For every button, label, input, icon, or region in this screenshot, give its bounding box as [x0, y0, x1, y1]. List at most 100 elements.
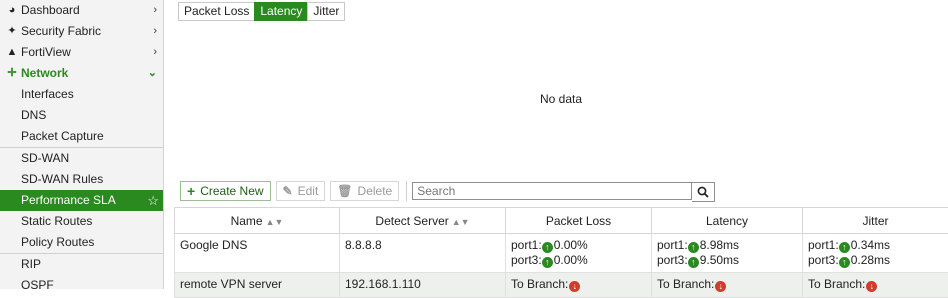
table-header-row: Name▲▼ Detect Server▲▼ Packet Loss Laten… — [175, 208, 948, 234]
cell-name: Google DNS — [175, 234, 340, 273]
port-label: port3: — [511, 253, 542, 267]
security-fabric-icon: ✦ — [5, 21, 19, 42]
column-header-name[interactable]: Name▲▼ — [175, 208, 340, 234]
delete-label: Delete — [358, 182, 393, 200]
chart-icon: ▲ — [5, 42, 19, 63]
metric-value: 0.28ms — [851, 253, 890, 267]
metric-value: 0.00% — [554, 238, 588, 252]
port-label: port3: — [808, 253, 839, 267]
search-input[interactable] — [412, 182, 692, 200]
arrow-down-icon: ↓ — [715, 281, 726, 292]
cell-name: remote VPN server — [175, 273, 340, 298]
edit-label: Edit — [298, 182, 319, 200]
chart-empty-message: No data — [174, 92, 948, 106]
chevron-right-icon: › — [153, 42, 157, 63]
column-header-label: Packet Loss — [546, 214, 611, 228]
sidebar-item-label: Performance SLA — [21, 193, 116, 207]
sidebar-item-label: OSPF — [21, 278, 54, 292]
sort-icon: ▲▼ — [452, 217, 470, 227]
search-icon — [697, 186, 709, 198]
column-header-detect-server[interactable]: Detect Server ▲▼ — [340, 208, 506, 234]
sidebar-item-label: RIP — [21, 257, 41, 271]
search-box — [412, 182, 715, 200]
cell-jitter: port1:↑0.34ms port3:↑0.28ms — [803, 234, 948, 273]
create-new-button[interactable]: + Create New — [180, 181, 271, 201]
dashboard-icon: ◕ — [5, 0, 19, 21]
pencil-icon: ✎ — [283, 182, 293, 200]
cell-latency: port1:↑8.98ms port3:↑9.50ms — [652, 234, 803, 273]
column-header-latency: Latency — [652, 208, 803, 234]
sort-icon: ▲▼ — [266, 217, 284, 227]
toolbar: + Create New ✎ Edit 🗑 Delete — [180, 181, 715, 201]
cell-detect-server: 8.8.8.8 — [340, 234, 506, 273]
arrow-up-icon: ↑ — [542, 257, 553, 268]
sidebar-item-fortiview[interactable]: ▲ FortiView › — [0, 42, 163, 63]
port-label: port1: — [657, 238, 688, 252]
sidebar-item-sd-wan[interactable]: SD-WAN — [0, 147, 163, 169]
sidebar-item-label: Network — [21, 66, 68, 80]
chevron-right-icon: › — [153, 21, 157, 42]
sidebar-item-rip[interactable]: RIP — [0, 253, 163, 275]
sidebar-item-label: SD-WAN Rules — [21, 172, 103, 186]
column-header-jitter: Jitter — [803, 208, 948, 234]
arrow-up-icon: ↑ — [688, 242, 699, 253]
arrow-down-icon: ↓ — [866, 281, 877, 292]
sidebar-item-interfaces[interactable]: Interfaces — [0, 84, 163, 105]
tab-latency[interactable]: Latency — [254, 2, 307, 21]
performance-sla-table: Name▲▼ Detect Server▲▼ Packet Loss Laten… — [174, 207, 948, 298]
arrow-up-icon: ↑ — [839, 257, 850, 268]
cell-latency: To Branch:↓ — [652, 273, 803, 298]
sidebar-item-dns[interactable]: DNS — [0, 105, 163, 126]
sidebar-item-label: Policy Routes — [21, 235, 94, 249]
cell-jitter: To Branch:↓ — [803, 273, 948, 298]
metric-value: 9.50ms — [700, 253, 739, 267]
chevron-down-icon: ⌄ — [148, 63, 157, 84]
column-header-label: Latency — [706, 214, 748, 228]
sidebar-item-policy-routes[interactable]: Policy Routes — [0, 232, 163, 253]
table-row[interactable]: remote VPN server 192.168.1.110 To Branc… — [175, 273, 948, 298]
column-header-label: Name — [231, 214, 263, 228]
port-label: port3: — [657, 253, 688, 267]
star-icon[interactable]: ☆ — [147, 190, 159, 211]
sidebar-item-performance-sla[interactable]: Performance SLA ☆ — [0, 190, 163, 211]
sidebar-item-security-fabric[interactable]: ✦ Security Fabric › — [0, 21, 163, 42]
sidebar-item-label: Security Fabric — [21, 24, 101, 38]
create-new-label: Create New — [200, 182, 263, 200]
sidebar-item-label: Dashboard — [21, 3, 80, 17]
column-header-packet-loss: Packet Loss — [506, 208, 652, 234]
toolbar-divider — [406, 181, 407, 201]
arrow-up-icon: ↑ — [839, 242, 850, 253]
plus-icon: + — [187, 182, 195, 200]
sidebar-item-static-routes[interactable]: Static Routes — [0, 211, 163, 232]
sidebar-item-label: Static Routes — [21, 214, 92, 228]
delete-button[interactable]: 🗑 Delete — [330, 181, 399, 201]
sidebar: ◕ Dashboard › ✦ Security Fabric › ▲ Fort… — [0, 0, 164, 289]
tab-packet-loss[interactable]: Packet Loss — [178, 2, 254, 21]
sidebar-item-network[interactable]: ✛ Network ⌄ — [0, 63, 163, 84]
cell-packet-loss: To Branch:↓ — [506, 273, 652, 298]
metric-value: 8.98ms — [700, 238, 739, 252]
table-row[interactable]: Google DNS 8.8.8.8 port1:↑0.00% port3:↑0… — [175, 234, 948, 273]
search-button[interactable] — [692, 182, 715, 202]
port-label: port1: — [808, 238, 839, 252]
main-content: Packet Loss Latency Jitter No data + Cre… — [174, 0, 948, 289]
arrow-down-icon: ↓ — [569, 281, 580, 292]
sidebar-item-label: FortiView — [21, 45, 71, 59]
column-header-label: Detect Server — [375, 214, 448, 228]
network-icon: ✛ — [5, 63, 19, 84]
chart-tabs: Packet Loss Latency Jitter — [178, 2, 345, 21]
sidebar-item-ospf[interactable]: OSPF — [0, 275, 163, 296]
edit-button[interactable]: ✎ Edit — [276, 181, 326, 201]
sidebar-item-sd-wan-rules[interactable]: SD-WAN Rules — [0, 169, 163, 190]
column-header-label: Jitter — [862, 214, 888, 228]
tab-jitter[interactable]: Jitter — [307, 2, 345, 21]
trash-icon: 🗑 — [337, 182, 352, 200]
sidebar-item-packet-capture[interactable]: Packet Capture — [0, 126, 163, 147]
cell-packet-loss: port1:↑0.00% port3:↑0.00% — [506, 234, 652, 273]
sidebar-item-label: SD-WAN — [21, 151, 69, 165]
sidebar-item-label: DNS — [21, 108, 46, 122]
sidebar-item-dashboard[interactable]: ◕ Dashboard › — [0, 0, 163, 21]
port-label: port1: — [511, 238, 542, 252]
cell-detect-server: 192.168.1.110 — [340, 273, 506, 298]
arrow-up-icon: ↑ — [688, 257, 699, 268]
